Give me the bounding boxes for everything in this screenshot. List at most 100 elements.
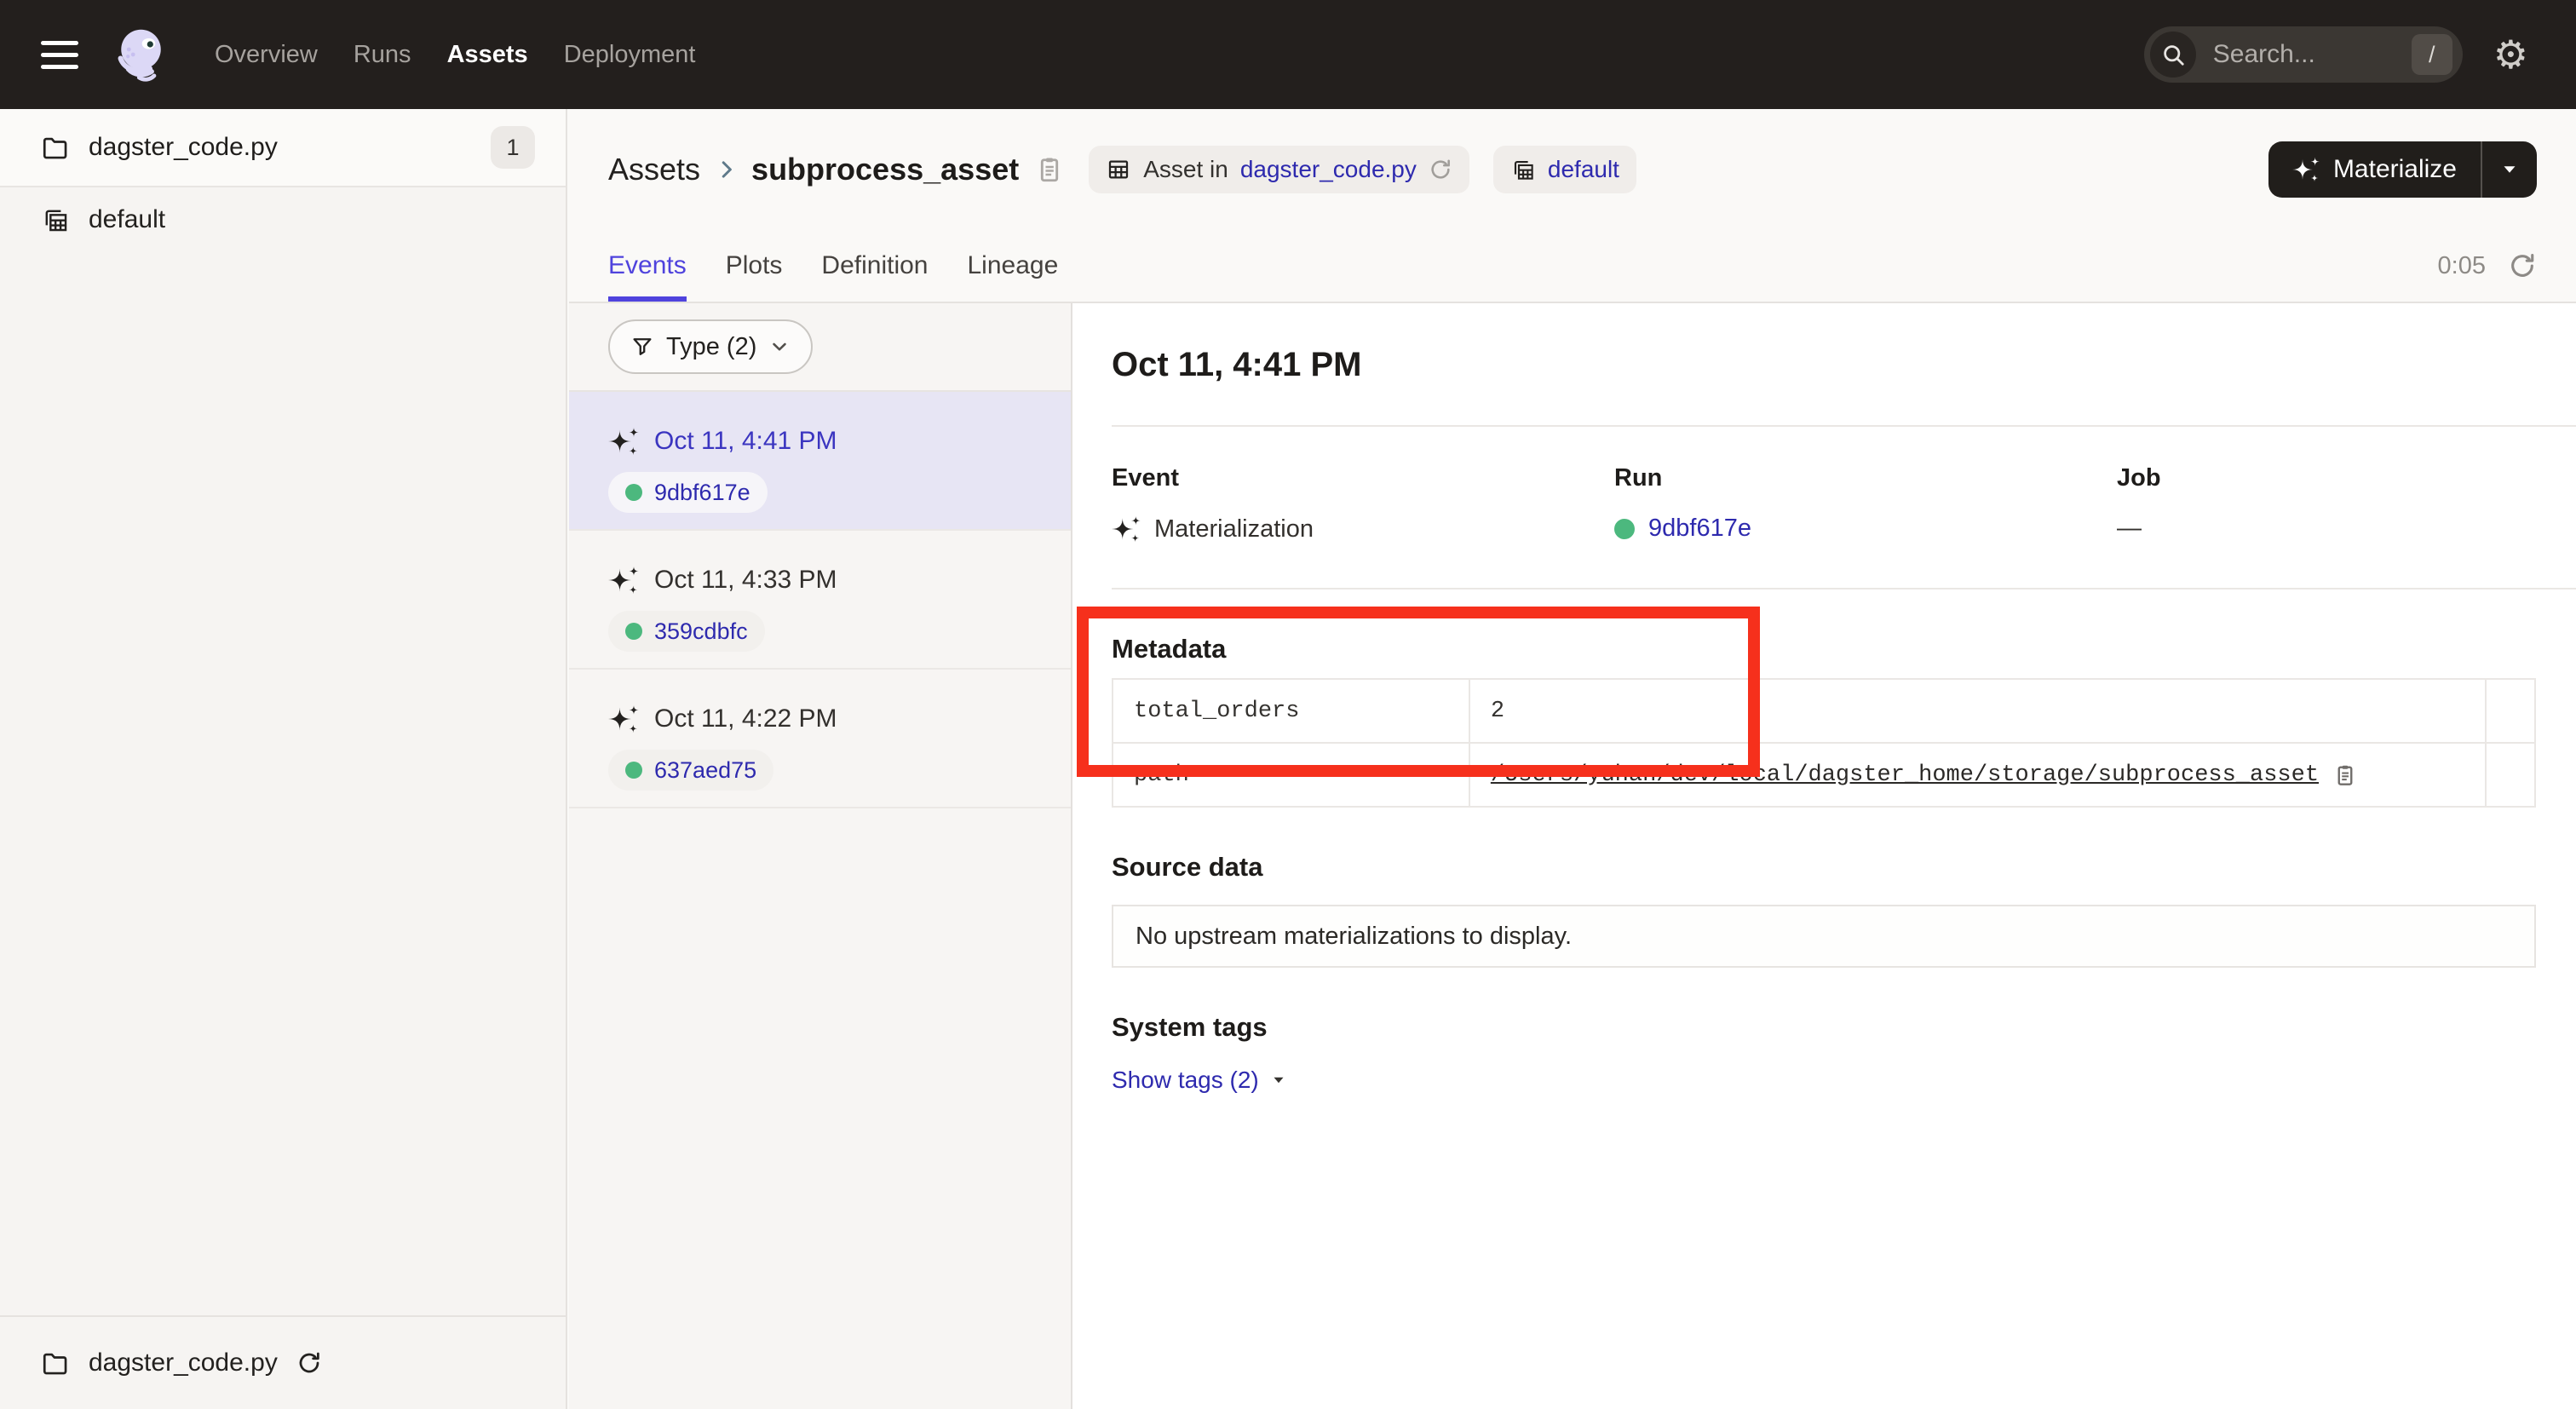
dagster-logo-icon[interactable] <box>109 22 170 87</box>
metadata-extra-cell <box>2486 743 2535 807</box>
asset-in-tag: Asset in dagster_code.py <box>1089 146 1469 193</box>
sidebar-footer-code-location: dagster_code.py <box>0 1315 566 1409</box>
chevron-down-icon <box>768 336 791 358</box>
event-label: Event <box>1112 464 1614 492</box>
code-location-label: dagster_code.py <box>89 133 278 162</box>
repo-default-link[interactable]: default <box>1548 156 1619 183</box>
materialize-label: Materialize <box>2333 155 2457 184</box>
event-detail-panel: Oct 11, 4:41 PM Event Materialization Ru… <box>1072 303 2576 1409</box>
repo-default-tag: default <box>1493 146 1636 193</box>
breadcrumb-assets-link[interactable]: Assets <box>608 152 700 187</box>
event-list-item[interactable]: Oct 11, 4:22 PM 637aed75 <box>569 670 1071 808</box>
events-list-column: Type (2) Oct 11, 4:41 PM 9dbf617e Oct 11… <box>569 303 1072 1409</box>
settings-gear-icon[interactable]: ⚙ <box>2493 35 2528 74</box>
source-data-empty-text: No upstream materializations to display. <box>1136 923 1572 951</box>
run-id-link[interactable]: 9dbf617e <box>1648 515 1751 543</box>
materialize-dropdown-button[interactable] <box>2482 158 2537 181</box>
copy-path-icon[interactable] <box>2332 762 2358 788</box>
reload-tag-icon[interactable] <box>1429 158 1452 181</box>
refresh-icon[interactable] <box>2508 251 2537 280</box>
metadata-table: total_orders 2 path /Users/yuhan/dev/loc… <box>1112 678 2536 808</box>
copy-asset-name-icon[interactable] <box>1034 154 1065 185</box>
nav-item-overview[interactable]: Overview <box>215 41 318 69</box>
run-id-link: 359cdbfc <box>654 618 748 645</box>
materialization-sparkle-icon <box>608 565 639 595</box>
run-id-pill[interactable]: 359cdbfc <box>608 611 765 652</box>
folder-icon <box>41 133 70 162</box>
asset-in-code-location-link[interactable]: dagster_code.py <box>1240 156 1417 183</box>
run-label: Run <box>1614 464 2117 492</box>
grid-icon <box>1106 157 1131 182</box>
tab-events[interactable]: Events <box>608 230 687 302</box>
asset-header: Assets subprocess_asset Asset in dagster… <box>569 109 2576 230</box>
global-search[interactable]: / <box>2144 26 2463 83</box>
footer-code-location-label: dagster_code.py <box>89 1349 278 1377</box>
metadata-value: 2 <box>1469 679 2486 743</box>
asset-groups-sidebar: dagster_code.py 1 default dagster_code.p… <box>0 109 567 1409</box>
reload-location-icon[interactable] <box>296 1350 322 1376</box>
materialization-sparkle-icon <box>608 704 639 734</box>
tab-lineage[interactable]: Lineage <box>968 230 1059 302</box>
materialize-button[interactable]: Materialize <box>2268 155 2481 184</box>
type-filter-button[interactable]: Type (2) <box>608 319 813 374</box>
caret-down-icon <box>2498 158 2521 181</box>
metadata-key: total_orders <box>1113 679 1469 743</box>
nav-item-assets[interactable]: Assets <box>447 41 528 69</box>
metadata-path-link[interactable]: /Users/yuhan/dev/local/dagster_home/stor… <box>1491 762 2319 788</box>
search-icon <box>2150 32 2196 78</box>
tab-plots[interactable]: Plots <box>726 230 783 302</box>
run-status-dot <box>1614 519 1635 539</box>
metadata-row-total-orders: total_orders 2 <box>1113 679 2535 743</box>
events-filter-row: Type (2) <box>569 303 1071 392</box>
top-nav: Overview Runs Assets Deployment / ⚙ <box>0 0 2576 109</box>
event-type-value: Materialization <box>1154 515 1314 543</box>
job-value: — <box>2117 515 2142 543</box>
nav-item-runs[interactable]: Runs <box>354 41 411 69</box>
metadata-section-title: Metadata <box>1112 634 2576 664</box>
event-timestamp: Oct 11, 4:41 PM <box>654 427 837 456</box>
materialize-split-button: Materialize <box>2268 141 2537 198</box>
main-panel: Assets subprocess_asset Asset in dagster… <box>569 109 2576 1409</box>
event-timestamp: Oct 11, 4:22 PM <box>654 704 837 733</box>
nav-item-deployment[interactable]: Deployment <box>564 41 696 69</box>
sidebar-item-code-location[interactable]: dagster_code.py 1 <box>0 109 566 187</box>
search-input[interactable] <box>2213 40 2383 69</box>
event-list-item[interactable]: Oct 11, 4:33 PM 359cdbfc <box>569 531 1071 670</box>
run-id-link: 637aed75 <box>654 757 756 784</box>
divider <box>1112 425 2576 427</box>
materialization-sparkle-icon <box>1112 515 1141 543</box>
run-status-dot <box>625 762 642 779</box>
breadcrumb-chevron-icon <box>714 157 739 182</box>
type-filter-label: Type (2) <box>666 333 756 361</box>
sparkle-icon <box>2292 156 2320 183</box>
tab-definition[interactable]: Definition <box>821 230 928 302</box>
caret-down-icon <box>1269 1071 1288 1090</box>
asset-tabs: Events Plots Definition Lineage 0:05 <box>569 230 2576 303</box>
asset-count-badge: 1 <box>491 126 535 169</box>
events-content: Type (2) Oct 11, 4:41 PM 9dbf617e Oct 11… <box>569 303 2576 1409</box>
run-id-pill[interactable]: 9dbf617e <box>608 472 768 513</box>
source-data-section-title: Source data <box>1112 852 2576 883</box>
event-timestamp: Oct 11, 4:33 PM <box>654 566 837 595</box>
folder-icon <box>41 1349 70 1377</box>
funnel-icon <box>630 335 654 359</box>
event-detail-title: Oct 11, 4:41 PM <box>1112 346 2576 384</box>
hamburger-menu-button[interactable] <box>41 41 78 69</box>
system-tags-section-title: System tags <box>1112 1012 2576 1043</box>
run-id-link: 9dbf617e <box>654 480 750 506</box>
run-id-pill[interactable]: 637aed75 <box>608 750 773 791</box>
run-status-dot <box>625 484 642 501</box>
show-tags-toggle[interactable]: Show tags (2) <box>1112 1067 1288 1094</box>
primary-nav: Overview Runs Assets Deployment <box>215 41 695 69</box>
metadata-key: path <box>1113 743 1469 807</box>
event-list-item[interactable]: Oct 11, 4:41 PM 9dbf617e <box>569 392 1071 531</box>
metadata-extra-cell <box>2486 679 2535 743</box>
metadata-row-path: path /Users/yuhan/dev/local/dagster_home… <box>1113 743 2535 807</box>
divider <box>1112 588 2576 589</box>
sidebar-item-default-group[interactable]: default <box>0 187 566 252</box>
repo-grid-icon <box>41 205 70 234</box>
show-tags-label: Show tags (2) <box>1112 1067 1259 1094</box>
repo-grid-icon <box>1510 157 1536 182</box>
refresh-timer: 0:05 <box>2438 252 2486 280</box>
materialization-sparkle-icon <box>608 426 639 457</box>
